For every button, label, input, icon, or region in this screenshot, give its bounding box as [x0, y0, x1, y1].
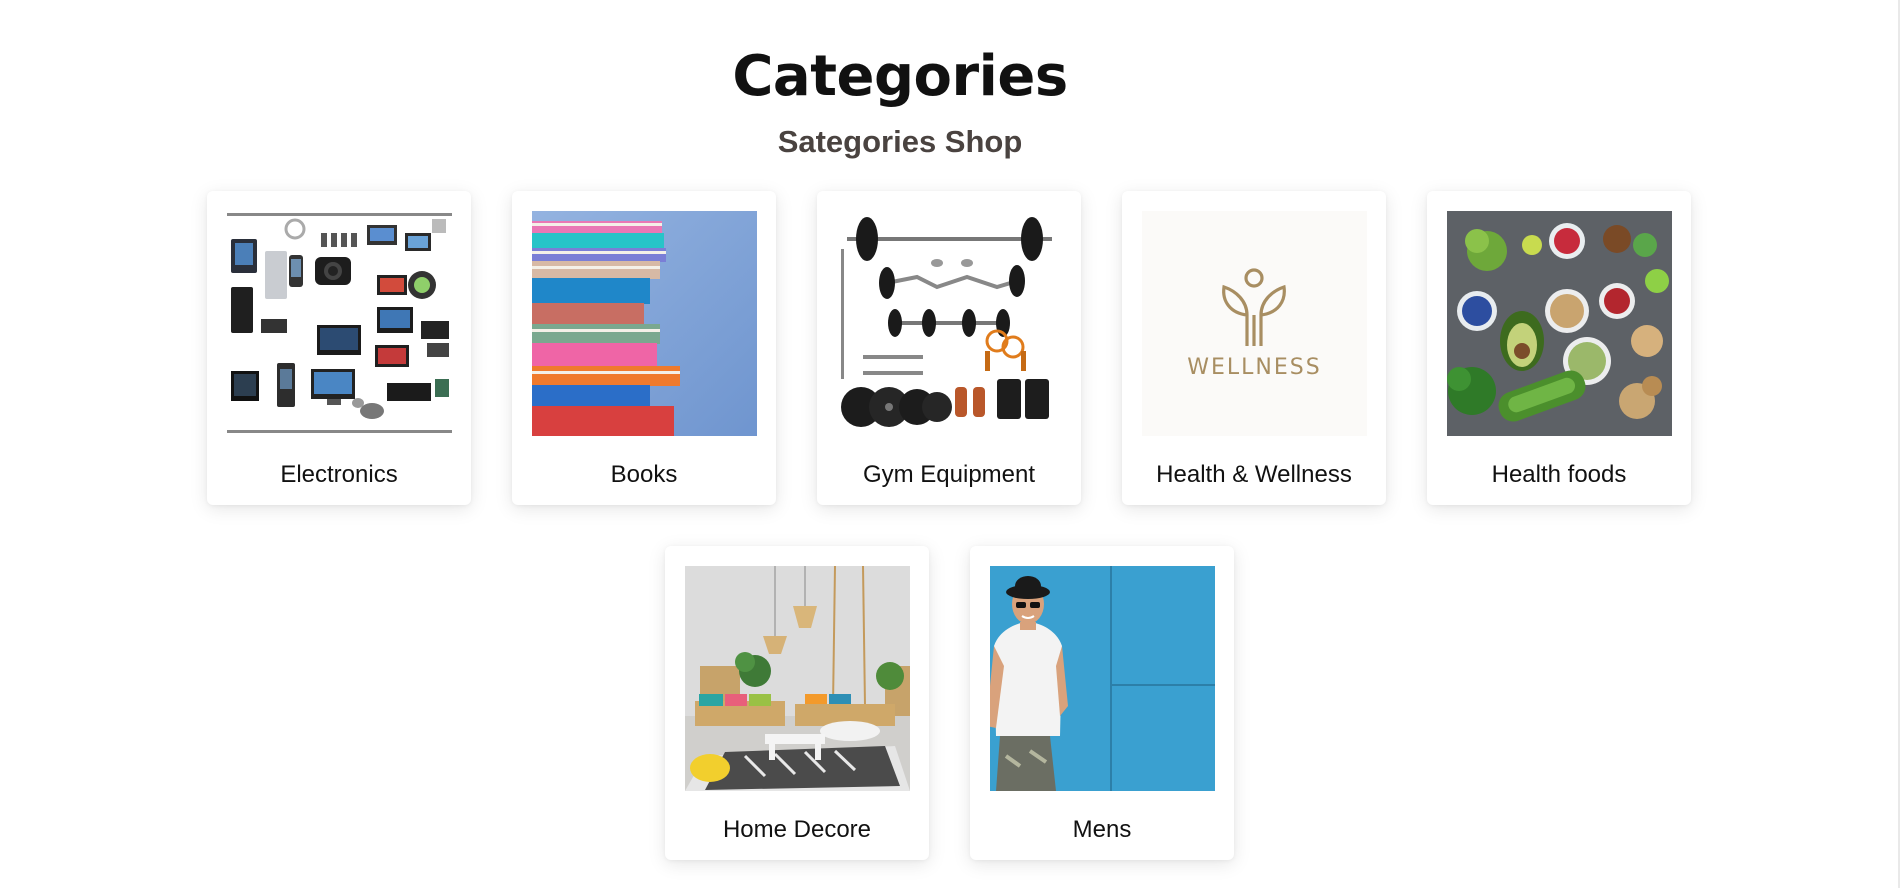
- category-label: Health foods: [1491, 461, 1627, 488]
- category-card-mens[interactable]: Mens: [970, 546, 1234, 860]
- category-card-home-decore[interactable]: Home Decore: [665, 546, 929, 860]
- electronics-image: [227, 211, 452, 436]
- page-title: Categories: [732, 44, 1068, 109]
- category-card-books[interactable]: Books: [512, 191, 776, 505]
- category-label: Health & Wellness: [1156, 461, 1352, 488]
- category-card-health-foods[interactable]: Health foods: [1427, 191, 1691, 505]
- category-label: Books: [610, 461, 678, 488]
- category-label: Gym Equipment: [862, 461, 1036, 488]
- gym-equipment-image: [837, 211, 1062, 436]
- category-label: Mens: [1072, 816, 1132, 843]
- health-foods-image: [1447, 211, 1672, 436]
- page-subtitle: Sategories Shop: [777, 124, 1023, 159]
- mens-fashion-image: [990, 566, 1215, 791]
- category-card-gym-equipment[interactable]: Gym Equipment: [817, 191, 1081, 505]
- category-label: Electronics: [280, 461, 398, 488]
- home-decor-image: [685, 566, 910, 791]
- wellness-logo-text: WELLNESS: [1187, 355, 1321, 380]
- category-card-electronics[interactable]: Electronics: [207, 191, 471, 505]
- wellness-logo-image: WELLNESS: [1142, 211, 1367, 436]
- category-label: Home Decore: [722, 816, 872, 843]
- category-card-health-wellness[interactable]: WELLNESS Health & Wellness: [1122, 191, 1386, 505]
- categories-page: Categories Sategories Shop Electronics B…: [0, 0, 1900, 888]
- books-image: [532, 211, 757, 436]
